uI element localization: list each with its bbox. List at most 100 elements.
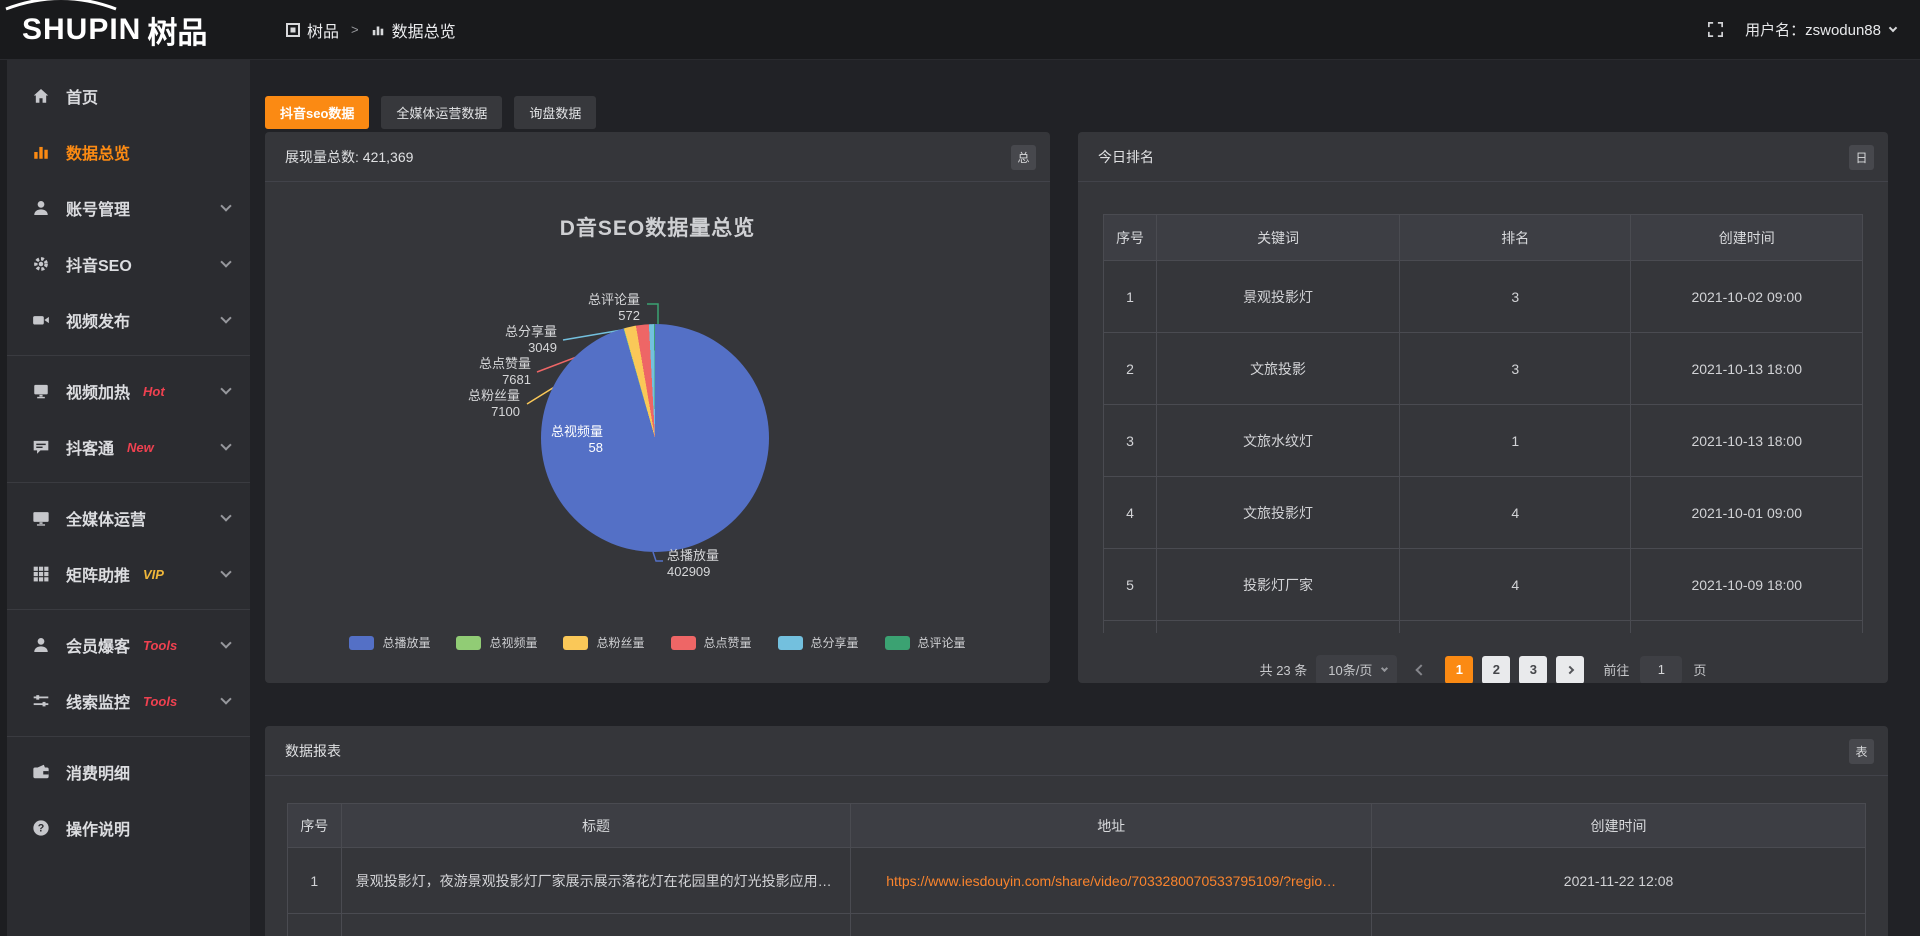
sidebar-item-label: 线索监控 [66,689,130,713]
sidebar-item-doketong[interactable]: 抖客通 New [7,419,250,475]
breadcrumb: 树品 > 数据总览 [286,18,456,42]
goto-page-input[interactable] [1640,656,1682,684]
panel-header: 今日排名 [1078,132,1888,182]
legend-item[interactable]: 总点赞量 [671,634,752,651]
sidebar-item-matrix-boost[interactable]: 矩阵助推 VIP [7,546,250,602]
legend-label: 总播放量 [382,634,430,651]
chevron-down-icon [220,200,231,211]
legend-item[interactable]: 总播放量 [349,634,430,651]
sidebar-item-video-heat[interactable]: 视频加热 Hot [7,363,250,419]
sidebar-item-label: 操作说明 [66,816,130,840]
sidebar-item-data-overview[interactable]: 数据总览 [7,124,250,180]
cell-keyword: 文旅水纹灯 [1157,405,1400,477]
pagination-total: 共 23 条 [1260,660,1308,679]
sidebar-item-clue-monitor[interactable]: 线索监控 Tools [7,673,250,729]
cell-created: 2021-11-22 12:08 [1372,848,1866,914]
sidebar-item-label: 账号管理 [66,196,130,220]
wallet-icon [31,762,51,782]
data-source-tabs: 抖音seo数据 全媒体运营数据 询盘数据 [265,96,1888,129]
next-page-button[interactable] [1556,656,1584,684]
panel-header: 展现量总数: 421,369 [265,132,1050,182]
pie-label-plays: 总播放量402909 [667,548,777,581]
table-row-clipped [1104,621,1863,633]
tab-inquiry-data[interactable]: 询盘数据 [514,96,596,129]
pie-label-fans: 总粉丝量7100 [420,388,520,421]
legend-item[interactable]: 总粉丝量 [563,634,644,651]
impressions-total-label: 展现量总数: 421,369 [285,147,413,167]
page-button-3[interactable]: 3 [1519,656,1547,684]
sidebar-divider [7,355,250,356]
cell-index: 2 [1104,333,1157,405]
page-button-2[interactable]: 2 [1482,656,1510,684]
chart-title: D音SEO数据量总览 [265,212,1050,242]
sidebar-item-spend-detail[interactable]: 消费明细 [7,744,250,800]
hot-badge: Hot [143,384,165,399]
sidebar-item-member-leads[interactable]: 会员爆客 Tools [7,617,250,673]
prev-page-button[interactable] [1406,656,1436,684]
data-report-panel: 数据报表 表 序号 标题 地址 创建时间 1 [265,726,1888,936]
legend-swatch [563,636,588,650]
chevron-down-icon [220,256,231,267]
cell-rank: 1 [1400,405,1631,477]
cell-index: 5 [1104,549,1157,621]
video-link[interactable]: https://www.iesdouyin.com/share/video/70… [886,873,1336,889]
sidebar-item-home[interactable]: 首页 [7,68,250,124]
home-icon [31,86,51,106]
cell-created: 2021-10-13 18:00 [1631,405,1863,477]
sidebar-item-help[interactable]: ? 操作说明 [7,800,250,856]
sidebar: 首页 数据总览 账号管理 抖音SEO 视频发布 视频加热 Hot 抖客通 New… [0,60,250,936]
sidebar-item-label: 抖音SEO [66,252,132,276]
legend-item[interactable]: 总评论量 [885,634,966,651]
sidebar-item-account[interactable]: 账号管理 [7,180,250,236]
chevron-down-icon [220,312,231,323]
page-size-select[interactable]: 10条/页 [1316,655,1397,684]
breadcrumb-current: 数据总览 [371,18,456,42]
cell-rank: 4 [1400,549,1631,621]
pie-label-videos: 总视频量58 [503,424,603,457]
cell-index: 4 [1104,477,1157,549]
cell-created: 2021-10-01 09:00 [1631,477,1863,549]
chart-legend: 总播放量 总视频量 总粉丝量 [265,634,1050,651]
app-logo: SHUPIN 树品 [0,8,250,52]
column-header: 序号 [288,804,342,848]
fullscreen-icon[interactable] [1706,20,1725,39]
breadcrumb-root[interactable]: 树品 [286,18,339,42]
sidebar-item-douyin-seo[interactable]: 抖音SEO [7,236,250,292]
column-header: 创建时间 [1631,215,1863,261]
sidebar-divider [7,609,250,610]
sidebar-item-label: 全媒体运营 [66,506,146,530]
sidebar-item-label: 首页 [66,84,98,108]
tab-douyin-seo-data[interactable]: 抖音seo数据 [265,96,369,129]
username-label: 用户名：zswodun88 [1745,19,1881,40]
chevron-down-icon [220,510,231,521]
cell-index: 3 [1104,405,1157,477]
cell-rank: 4 [1400,477,1631,549]
pie-label-shares: 总分享量3049 [457,324,557,357]
legend-label: 总评论量 [918,634,966,651]
sidebar-item-label: 数据总览 [66,140,130,164]
table-view-badge[interactable]: 表 [1849,739,1874,764]
tab-omnimedia-data[interactable]: 全媒体运营数据 [381,96,502,129]
table-row: 2 文旅投影 3 2021-10-13 18:00 [1104,333,1863,405]
today-ranking-panel: 今日排名 日 序号 关键词 排名 创建时间 [1078,132,1888,683]
table-row: 4 文旅投影灯 4 2021-10-01 09:00 [1104,477,1863,549]
legend-label: 总视频量 [489,634,537,651]
report-panel-title: 数据报表 [285,741,341,761]
user-icon [31,198,51,218]
day-view-badge[interactable]: 日 [1849,145,1874,170]
total-view-badge[interactable]: 总 [1011,145,1036,170]
legend-item[interactable]: 总视频量 [456,634,537,651]
page-button-1[interactable]: 1 [1445,656,1473,684]
sidebar-item-video-publish[interactable]: 视频发布 [7,292,250,348]
main-content: 抖音seo数据 全媒体运营数据 询盘数据 展现量总数: 421,369 总 D音… [250,60,1920,936]
question-icon: ? [31,818,51,838]
legend-item[interactable]: 总分享量 [778,634,859,651]
sidebar-item-omnimedia[interactable]: 全媒体运营 [7,490,250,546]
goto-label: 前往 [1603,660,1629,679]
user-menu[interactable]: 用户名：zswodun88 [1745,19,1896,40]
chevron-down-icon [1889,24,1897,32]
column-header: 序号 [1104,215,1157,261]
ranking-panel-title: 今日排名 [1098,147,1154,167]
table-row: 1 景观投影灯 3 2021-10-02 09:00 [1104,261,1863,333]
cell-index: 1 [288,848,342,914]
